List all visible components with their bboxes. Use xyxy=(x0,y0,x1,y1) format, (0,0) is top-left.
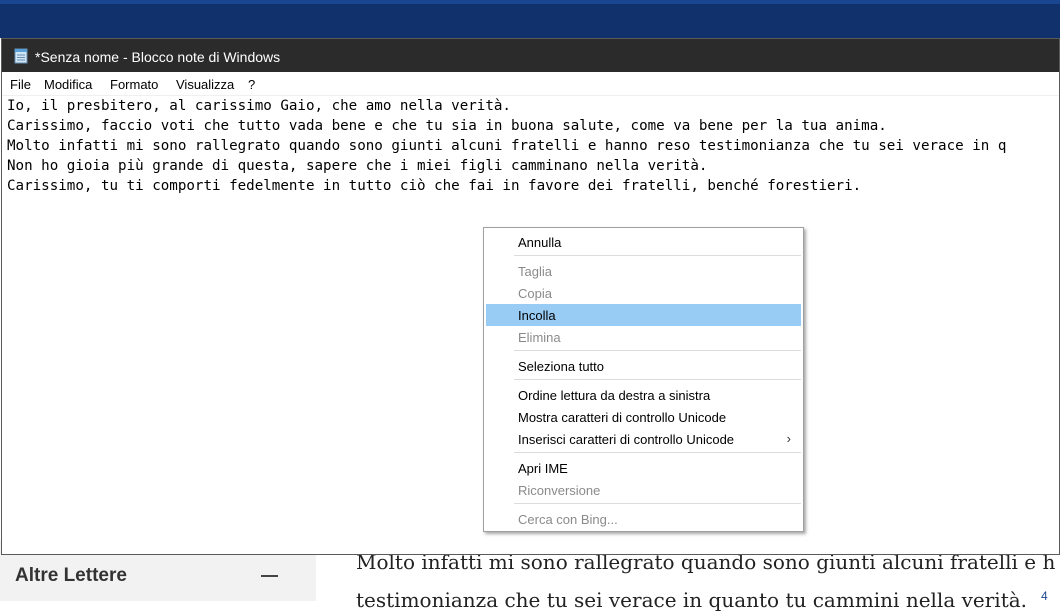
menu-show-unicode-label: Mostra caratteri di controllo Unicode xyxy=(518,410,727,425)
editor-line: Carissimo, tu ti comporti fedelmente in … xyxy=(7,178,862,194)
menu-undo-label: Annulla xyxy=(518,235,562,250)
site-header xyxy=(0,0,1060,38)
menu-separator xyxy=(514,255,801,256)
menu-copy[interactable]: Copia xyxy=(486,282,801,304)
menu-insert-unicode[interactable]: Inserisci caratteri di controllo Unicode… xyxy=(486,428,801,450)
menu-visualizza[interactable]: Visualizza xyxy=(176,77,234,92)
sidebar-section-title[interactable]: Altre Lettere xyxy=(15,565,127,587)
menu-insert-unicode-label: Inserisci caratteri di controllo Unicode xyxy=(518,432,735,447)
menu-select-all-label: Seleziona tutto xyxy=(518,359,605,374)
menu-copy-label: Copia xyxy=(518,286,552,301)
content-text-line: testimonianza che tu sei verace in quant… xyxy=(356,588,1028,612)
menu-delete[interactable]: Elimina xyxy=(486,326,801,348)
context-menu: Annulla Taglia Copia Incolla Elimina Sel… xyxy=(483,227,804,532)
menu-show-unicode[interactable]: Mostra caratteri di controllo Unicode xyxy=(486,406,801,428)
menu-open-ime[interactable]: Apri IME xyxy=(486,457,801,479)
editor-line: Molto infatti mi sono rallegrato quando … xyxy=(7,138,1007,154)
menu-reconversion-label: Riconversione xyxy=(518,483,601,498)
title-bar[interactable]: *Senza nome - Blocco note di Windows xyxy=(2,39,1059,72)
menu-select-all[interactable]: Seleziona tutto xyxy=(486,355,801,377)
editor-line: Non ho gioia più grande di questa, saper… xyxy=(7,158,708,174)
menu-separator xyxy=(514,452,801,453)
menu-reconversion[interactable]: Riconversione xyxy=(486,479,801,501)
menu-search-bing[interactable]: Cerca con Bing... xyxy=(486,508,801,530)
menu-open-ime-label: Apri IME xyxy=(518,461,568,476)
chevron-right-icon: › xyxy=(786,431,791,446)
menu-separator xyxy=(514,379,801,380)
menu-bar: File Modifica Formato Visualizza ? xyxy=(2,72,1059,96)
editor-line: Io, il presbitero, al carissimo Gaio, ch… xyxy=(7,98,511,114)
editor-line: Carissimo, faccio voti che tutto vada be… xyxy=(7,118,887,134)
menu-cut-label: Taglia xyxy=(518,264,552,279)
menu-rtl-order-label: Ordine lettura da destra a sinistra xyxy=(518,388,711,403)
menu-delete-label: Elimina xyxy=(518,330,561,345)
menu-undo[interactable]: Annulla xyxy=(486,231,801,253)
menu-modifica[interactable]: Modifica xyxy=(44,77,92,92)
menu-help[interactable]: ? xyxy=(248,77,255,92)
menu-rtl-order[interactable]: Ordine lettura da destra a sinistra xyxy=(486,384,801,406)
notepad-icon xyxy=(14,48,28,64)
menu-separator xyxy=(514,503,801,504)
menu-paste-label: Incolla xyxy=(518,308,556,323)
menu-cut[interactable]: Taglia xyxy=(486,260,801,282)
collapse-icon[interactable] xyxy=(261,575,278,577)
window-title: *Senza nome - Blocco note di Windows xyxy=(35,49,281,65)
menu-file[interactable]: File xyxy=(10,77,31,92)
menu-paste[interactable]: Incolla xyxy=(486,304,801,326)
menu-separator xyxy=(514,350,801,351)
menu-formato[interactable]: Formato xyxy=(110,77,158,92)
site-header-strip xyxy=(0,0,1060,4)
menu-search-bing-label: Cerca con Bing... xyxy=(518,512,618,527)
